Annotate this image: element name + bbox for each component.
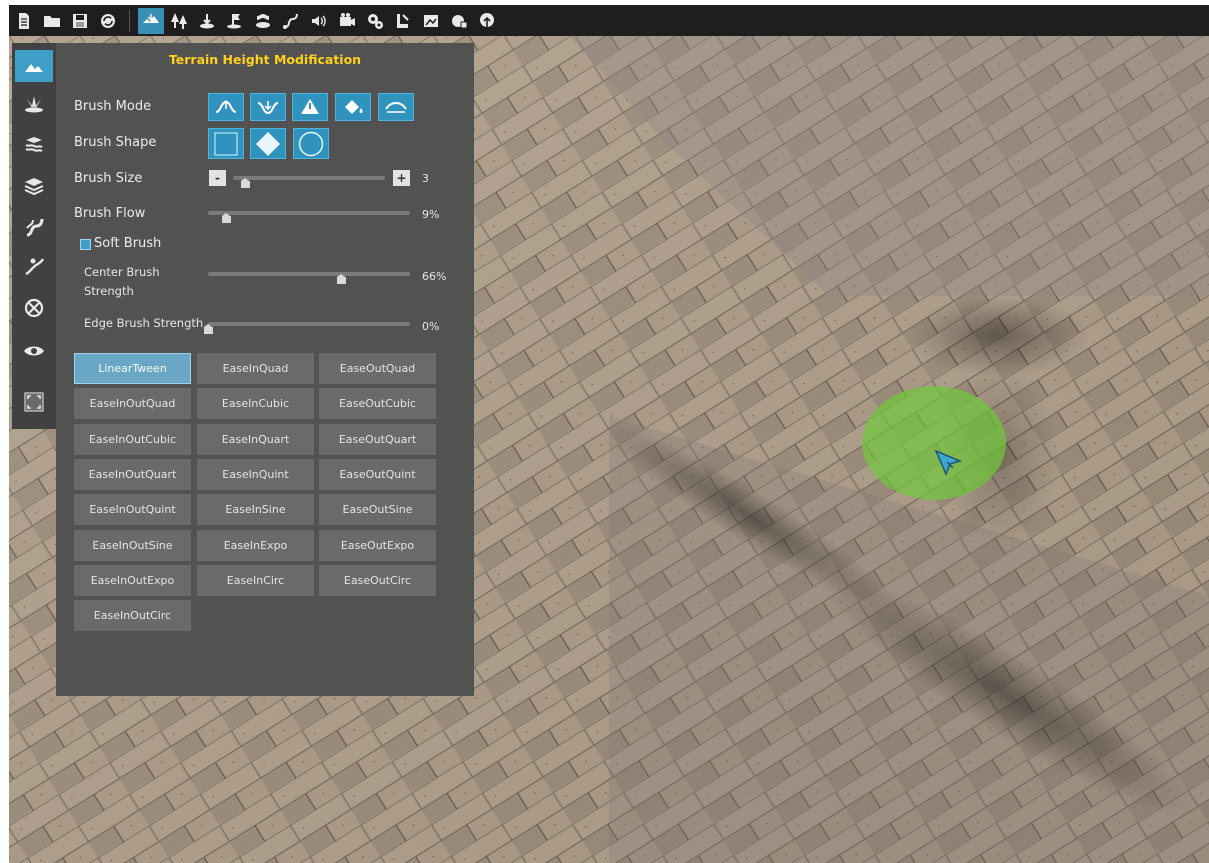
easing-button-easeincubic[interactable]: EaseInCubic bbox=[197, 388, 314, 419]
slider-track bbox=[208, 272, 410, 276]
gears-icon[interactable] bbox=[362, 8, 388, 34]
slider-thumb[interactable] bbox=[222, 213, 232, 223]
brush-flow-slider[interactable] bbox=[208, 209, 410, 223]
soft-brush-checkbox[interactable] bbox=[80, 239, 91, 250]
raise-icon[interactable] bbox=[208, 93, 244, 121]
easing-button-easeoutcubic[interactable]: EaseOutCubic bbox=[319, 388, 436, 419]
new-file-icon[interactable] bbox=[11, 8, 37, 34]
slider-track bbox=[208, 211, 410, 215]
easing-button-easeinoutquart[interactable]: EaseInOutQuart bbox=[74, 459, 191, 490]
open-folder-icon[interactable] bbox=[39, 8, 65, 34]
easing-button-easeoutcirc[interactable]: EaseOutCirc bbox=[319, 565, 436, 596]
brush-cursor-area bbox=[862, 386, 1006, 500]
easing-button-easeinoutquad[interactable]: EaseInOutQuad bbox=[74, 388, 191, 419]
refresh-icon[interactable] bbox=[95, 8, 121, 34]
stack-icon[interactable] bbox=[15, 169, 53, 201]
easing-button-easeoutquart[interactable]: EaseOutQuart bbox=[319, 424, 436, 455]
place-object-icon[interactable] bbox=[194, 8, 220, 34]
brush-flow-label: Brush Flow bbox=[74, 206, 146, 221]
easing-button-lineartween[interactable]: LinearTween bbox=[74, 353, 191, 384]
grass-icon[interactable] bbox=[15, 88, 53, 120]
plugin-icon[interactable] bbox=[446, 8, 472, 34]
road-icon[interactable] bbox=[15, 211, 53, 243]
easing-button-easeinoutquint[interactable]: EaseInOutQuint bbox=[74, 494, 191, 525]
path-icon[interactable] bbox=[278, 8, 304, 34]
panel-title: Terrain Height Modification bbox=[168, 52, 362, 67]
save-icon[interactable] bbox=[67, 8, 93, 34]
brush-shape-label: Brush Shape bbox=[74, 135, 157, 150]
circle-shape-icon[interactable] bbox=[293, 128, 329, 159]
brush-mode-label: Brush Mode bbox=[74, 99, 152, 114]
easing-button-easeinexpo[interactable]: EaseInExpo bbox=[197, 530, 314, 561]
slider-thumb[interactable] bbox=[337, 274, 347, 284]
terrain-raise-icon[interactable] bbox=[15, 50, 53, 82]
easing-button-easeoutquint[interactable]: EaseOutQuint bbox=[319, 459, 436, 490]
brush-size-label: Brush Size bbox=[74, 171, 143, 186]
center-strength-label-line2: Strength bbox=[84, 284, 134, 298]
center-strength-label-line1: Center Brush bbox=[84, 265, 160, 279]
fullscreen-icon[interactable] bbox=[15, 386, 53, 418]
fill-icon[interactable] bbox=[335, 93, 371, 121]
terrain-height-panel: Terrain Height Modification Brush Mode B… bbox=[56, 43, 474, 696]
trees-icon[interactable] bbox=[166, 8, 192, 34]
pointer-cursor-icon bbox=[934, 449, 963, 476]
center-strength-label: Center Brush Strength bbox=[84, 263, 160, 301]
layers-texture-icon[interactable] bbox=[15, 129, 53, 161]
eye-icon[interactable] bbox=[15, 335, 53, 367]
diamond-shape-icon[interactable] bbox=[250, 128, 286, 159]
easing-button-easeincirc[interactable]: EaseInCirc bbox=[197, 565, 314, 596]
square-shape-icon[interactable] bbox=[208, 128, 244, 159]
easing-button-easeoutsine[interactable]: EaseOutSine bbox=[319, 494, 436, 525]
smooth-icon[interactable] bbox=[378, 93, 414, 121]
edge-strength-label: Edge Brush Strength bbox=[84, 316, 204, 330]
easing-button-easeinquint[interactable]: EaseInQuint bbox=[197, 459, 314, 490]
slider-track bbox=[208, 322, 410, 326]
easing-button-easeinoutsine[interactable]: EaseInOutSine bbox=[74, 530, 191, 561]
flag-icon[interactable] bbox=[222, 8, 248, 34]
easing-button-easeinquad[interactable]: EaseInQuad bbox=[197, 353, 314, 384]
no-entry-icon[interactable] bbox=[15, 292, 53, 324]
easing-button-easeinsine[interactable]: EaseInSine bbox=[197, 494, 314, 525]
toolbar-divider bbox=[129, 9, 130, 32]
edge-strength-value: 0% bbox=[422, 320, 440, 333]
terrain-height-icon[interactable] bbox=[138, 7, 164, 34]
center-strength-slider[interactable] bbox=[208, 270, 410, 284]
brush-flow-value: 9% bbox=[422, 208, 440, 221]
center-strength-value: 66% bbox=[422, 270, 447, 283]
slider-track bbox=[233, 176, 385, 180]
easing-button-easeinquart[interactable]: EaseInQuart bbox=[197, 424, 314, 455]
easing-button-easeoutexpo[interactable]: EaseOutExpo bbox=[319, 530, 436, 561]
brush-size-slider[interactable] bbox=[233, 174, 385, 188]
top-toolbar bbox=[9, 5, 1209, 36]
camera-icon[interactable] bbox=[334, 8, 360, 34]
water-icon[interactable] bbox=[250, 8, 276, 34]
easing-button-easeoutquad[interactable]: EaseOutQuad bbox=[319, 353, 436, 384]
brush-size-value: 3 bbox=[422, 172, 429, 185]
edge-strength-slider[interactable] bbox=[204, 320, 410, 334]
flatten-icon[interactable] bbox=[292, 93, 328, 121]
easing-button-easeinoutcirc[interactable]: EaseInOutCirc bbox=[74, 600, 191, 631]
sound-icon[interactable] bbox=[306, 8, 332, 34]
slider-thumb[interactable] bbox=[204, 324, 213, 334]
brush-size-decrease-button[interactable]: - bbox=[209, 170, 226, 186]
easing-button-easeinoutcubic[interactable]: EaseInOutCubic bbox=[74, 424, 191, 455]
nature-icon[interactable] bbox=[474, 8, 500, 34]
lighting-icon[interactable] bbox=[390, 8, 416, 34]
slider-thumb[interactable] bbox=[241, 178, 251, 188]
path-tool-icon[interactable] bbox=[15, 250, 53, 282]
editor-window: Terrain Height Modification Brush Mode B… bbox=[9, 5, 1209, 863]
paint-icon[interactable] bbox=[418, 8, 444, 34]
tool-rail bbox=[12, 43, 56, 429]
brush-size-increase-button[interactable]: + bbox=[393, 170, 410, 186]
lower-icon[interactable] bbox=[250, 93, 286, 121]
easing-button-easeinoutexpo[interactable]: EaseInOutExpo bbox=[74, 565, 191, 596]
soft-brush-label: Soft Brush bbox=[94, 236, 162, 251]
